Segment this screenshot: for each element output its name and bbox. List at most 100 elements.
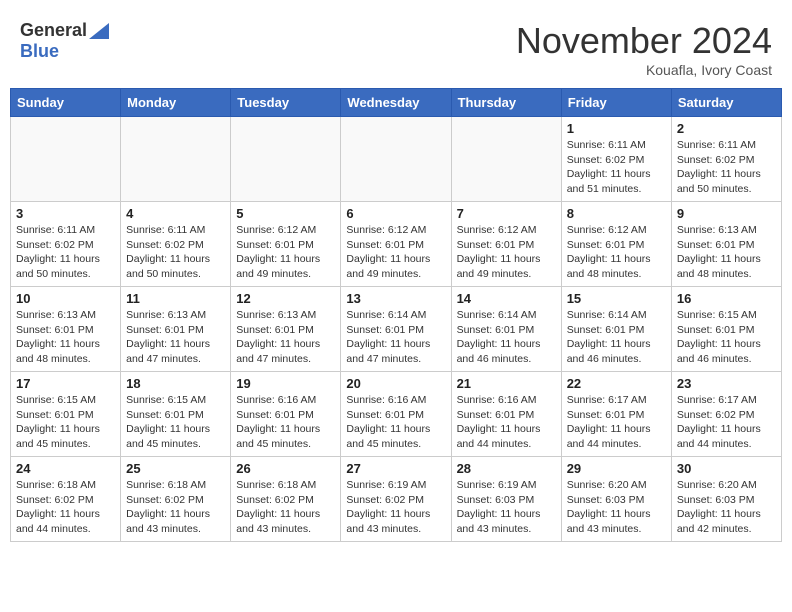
day-number: 7 [457, 206, 556, 221]
calendar-cell: 10 Sunrise: 6:13 AM Sunset: 6:01 PM Dayli… [11, 287, 121, 372]
calendar-week-4: 17 Sunrise: 6:15 AM Sunset: 6:01 PM Dayli… [11, 372, 782, 457]
calendar-cell [341, 117, 451, 202]
day-number: 12 [236, 291, 335, 306]
logo-icon [89, 23, 109, 39]
day-number: 6 [346, 206, 445, 221]
day-info: Sunrise: 6:17 AM Sunset: 6:01 PM Dayligh… [567, 393, 666, 452]
day-number: 14 [457, 291, 556, 306]
day-info: Sunrise: 6:15 AM Sunset: 6:01 PM Dayligh… [677, 308, 776, 367]
day-number: 20 [346, 376, 445, 391]
day-number: 28 [457, 461, 556, 476]
calendar-cell: 22 Sunrise: 6:17 AM Sunset: 6:01 PM Dayli… [561, 372, 671, 457]
day-info: Sunrise: 6:14 AM Sunset: 6:01 PM Dayligh… [457, 308, 556, 367]
calendar-cell: 4Sunrise: 6:11 AM Sunset: 6:02 PM Daylig… [121, 202, 231, 287]
day-info: Sunrise: 6:14 AM Sunset: 6:01 PM Dayligh… [346, 308, 445, 367]
calendar-cell [451, 117, 561, 202]
calendar-cell: 25 Sunrise: 6:18 AM Sunset: 6:02 PM Dayli… [121, 457, 231, 542]
calendar-cell: 24 Sunrise: 6:18 AM Sunset: 6:02 PM Dayli… [11, 457, 121, 542]
page-header: General Blue November 2024 Kouafla, Ivor… [10, 10, 782, 83]
day-info: Sunrise: 6:18 AM Sunset: 6:02 PM Dayligh… [16, 478, 115, 537]
day-info: Sunrise: 6:12 AM Sunset: 6:01 PM Dayligh… [567, 223, 666, 282]
day-info: Sunrise: 6:11 AM Sunset: 6:02 PM Dayligh… [567, 138, 666, 197]
day-info: Sunrise: 6:11 AM Sunset: 6:02 PM Dayligh… [677, 138, 776, 197]
day-number: 16 [677, 291, 776, 306]
day-number: 9 [677, 206, 776, 221]
day-info: Sunrise: 6:16 AM Sunset: 6:01 PM Dayligh… [457, 393, 556, 452]
day-info: Sunrise: 6:12 AM Sunset: 6:01 PM Dayligh… [346, 223, 445, 282]
day-number: 17 [16, 376, 115, 391]
calendar-cell: 28 Sunrise: 6:19 AM Sunset: 6:03 PM Dayli… [451, 457, 561, 542]
calendar-week-2: 3 Sunrise: 6:11 AM Sunset: 6:02 PM Daylig… [11, 202, 782, 287]
day-info: Sunrise: 6:12 AM Sunset: 6:01 PM Dayligh… [236, 223, 335, 282]
calendar-cell: 9 Sunrise: 6:13 AM Sunset: 6:01 PM Daylig… [671, 202, 781, 287]
day-number: 8 [567, 206, 666, 221]
day-info: Sunrise: 6:14 AM Sunset: 6:01 PM Dayligh… [567, 308, 666, 367]
logo-general-text: General [20, 20, 87, 41]
day-number: 15 [567, 291, 666, 306]
column-header-wednesday: Wednesday [341, 89, 451, 117]
day-number: 19 [236, 376, 335, 391]
calendar-cell: 18 Sunrise: 6:15 AM Sunset: 6:01 PM Dayli… [121, 372, 231, 457]
calendar-cell [121, 117, 231, 202]
logo-blue-text: Blue [20, 41, 59, 61]
day-info: Sunrise: 6:15 AM Sunset: 6:01 PM Dayligh… [16, 393, 115, 452]
day-info: Sunrise: 6:13 AM Sunset: 6:01 PM Dayligh… [677, 223, 776, 282]
day-info: Sunrise: 6:13 AM Sunset: 6:01 PM Dayligh… [16, 308, 115, 367]
calendar-cell: 17 Sunrise: 6:15 AM Sunset: 6:01 PM Dayli… [11, 372, 121, 457]
day-info: Sunrise: 6:16 AM Sunset: 6:01 PM Dayligh… [236, 393, 335, 452]
calendar-cell: 5Sunrise: 6:12 AM Sunset: 6:01 PM Daylig… [231, 202, 341, 287]
day-number: 18 [126, 376, 225, 391]
calendar-cell: 19 Sunrise: 6:16 AM Sunset: 6:01 PM Dayli… [231, 372, 341, 457]
day-number: 3 [16, 206, 115, 221]
day-number: 25 [126, 461, 225, 476]
calendar-cell: 2 Sunrise: 6:11 AM Sunset: 6:02 PM Daylig… [671, 117, 781, 202]
day-info: Sunrise: 6:12 AM Sunset: 6:01 PM Dayligh… [457, 223, 556, 282]
day-number: 2 [677, 121, 776, 136]
day-info: Sunrise: 6:16 AM Sunset: 6:01 PM Dayligh… [346, 393, 445, 452]
day-number: 10 [16, 291, 115, 306]
column-header-saturday: Saturday [671, 89, 781, 117]
calendar-cell: 7 Sunrise: 6:12 AM Sunset: 6:01 PM Daylig… [451, 202, 561, 287]
calendar-cell: 29 Sunrise: 6:20 AM Sunset: 6:03 PM Dayli… [561, 457, 671, 542]
day-info: Sunrise: 6:19 AM Sunset: 6:03 PM Dayligh… [457, 478, 556, 537]
calendar-cell: 20 Sunrise: 6:16 AM Sunset: 6:01 PM Dayli… [341, 372, 451, 457]
day-number: 21 [457, 376, 556, 391]
day-info: Sunrise: 6:20 AM Sunset: 6:03 PM Dayligh… [567, 478, 666, 537]
calendar-table: SundayMondayTuesdayWednesdayThursdayFrid… [10, 88, 782, 542]
calendar-cell: 27 Sunrise: 6:19 AM Sunset: 6:02 PM Dayli… [341, 457, 451, 542]
column-header-thursday: Thursday [451, 89, 561, 117]
calendar-cell: 15 Sunrise: 6:14 AM Sunset: 6:01 PM Dayli… [561, 287, 671, 372]
day-number: 29 [567, 461, 666, 476]
day-info: Sunrise: 6:15 AM Sunset: 6:01 PM Dayligh… [126, 393, 225, 452]
day-info: Sunrise: 6:13 AM Sunset: 6:01 PM Dayligh… [236, 308, 335, 367]
day-number: 26 [236, 461, 335, 476]
column-header-friday: Friday [561, 89, 671, 117]
day-info: Sunrise: 6:18 AM Sunset: 6:02 PM Dayligh… [126, 478, 225, 537]
day-number: 22 [567, 376, 666, 391]
column-header-tuesday: Tuesday [231, 89, 341, 117]
day-number: 11 [126, 291, 225, 306]
month-title: November 2024 [516, 20, 772, 62]
day-number: 24 [16, 461, 115, 476]
calendar-week-3: 10 Sunrise: 6:13 AM Sunset: 6:01 PM Dayli… [11, 287, 782, 372]
day-info: Sunrise: 6:11 AM Sunset: 6:02 PM Dayligh… [126, 223, 225, 282]
day-number: 1 [567, 121, 666, 136]
calendar-cell: 21 Sunrise: 6:16 AM Sunset: 6:01 PM Dayli… [451, 372, 561, 457]
day-info: Sunrise: 6:19 AM Sunset: 6:02 PM Dayligh… [346, 478, 445, 537]
day-info: Sunrise: 6:11 AM Sunset: 6:02 PM Dayligh… [16, 223, 115, 282]
calendar-cell: 14 Sunrise: 6:14 AM Sunset: 6:01 PM Dayli… [451, 287, 561, 372]
calendar-week-5: 24 Sunrise: 6:18 AM Sunset: 6:02 PM Dayli… [11, 457, 782, 542]
calendar-cell: 11 Sunrise: 6:13 AM Sunset: 6:01 PM Dayli… [121, 287, 231, 372]
calendar-cell: 23Sunrise: 6:17 AM Sunset: 6:02 PM Dayli… [671, 372, 781, 457]
day-number: 13 [346, 291, 445, 306]
logo: General Blue [20, 20, 109, 62]
location-text: Kouafla, Ivory Coast [516, 62, 772, 78]
day-info: Sunrise: 6:13 AM Sunset: 6:01 PM Dayligh… [126, 308, 225, 367]
calendar-cell: 1 Sunrise: 6:11 AM Sunset: 6:02 PM Daylig… [561, 117, 671, 202]
day-info: Sunrise: 6:18 AM Sunset: 6:02 PM Dayligh… [236, 478, 335, 537]
calendar-cell: 16 Sunrise: 6:15 AM Sunset: 6:01 PM Dayli… [671, 287, 781, 372]
calendar-cell: 13 Sunrise: 6:14 AM Sunset: 6:01 PM Dayli… [341, 287, 451, 372]
day-number: 27 [346, 461, 445, 476]
calendar-cell: 12 Sunrise: 6:13 AM Sunset: 6:01 PM Dayli… [231, 287, 341, 372]
calendar-cell: 26 Sunrise: 6:18 AM Sunset: 6:02 PM Dayli… [231, 457, 341, 542]
